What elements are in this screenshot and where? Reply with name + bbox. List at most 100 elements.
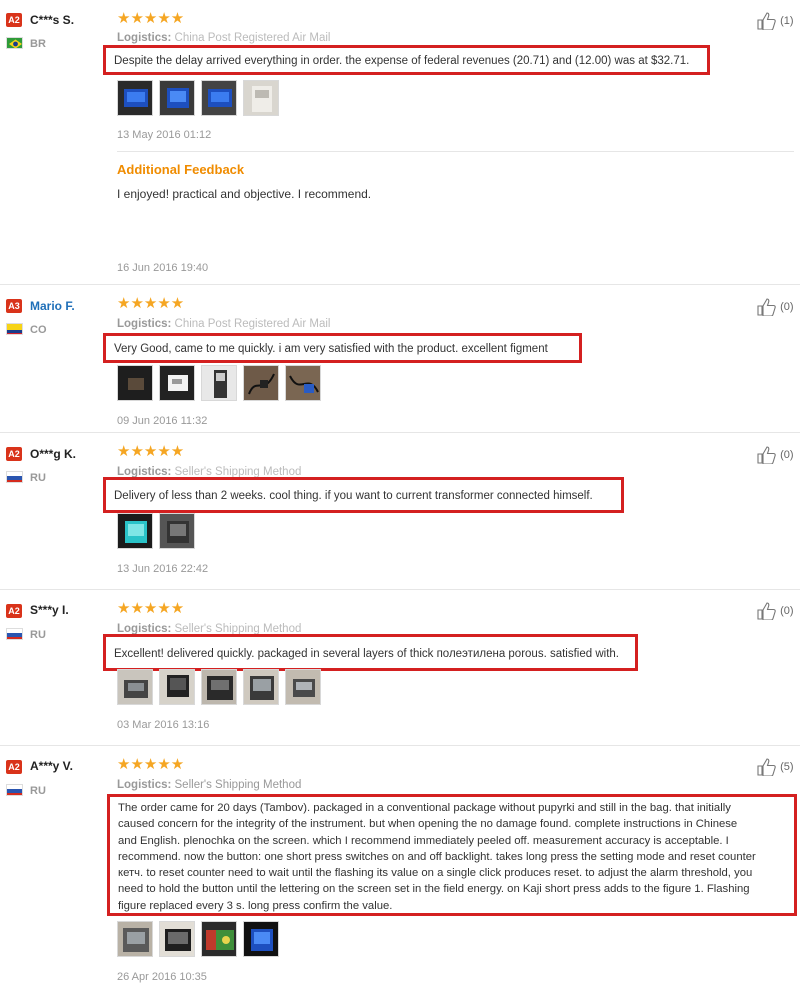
review-text: The order came for 20 days (Tambov). pac… — [118, 800, 788, 914]
thumbs-up-icon — [757, 602, 776, 621]
buyer-level-badge: A2 — [6, 13, 22, 27]
review-text-highlight: The order came for 20 days (Tambov). pac… — [107, 794, 797, 916]
logistics-value: China Post Registered Air Mail — [174, 318, 331, 330]
review-photo-thumbnail[interactable] — [159, 513, 195, 549]
helpful-vote[interactable]: (0) — [757, 602, 794, 621]
logistics-info: Logistics: China Post Registered Air Mai… — [117, 318, 330, 330]
reviewer-name: S***y I. — [30, 603, 69, 617]
helpful-vote[interactable]: (5) — [757, 758, 794, 777]
review-date: 13 Jun 2016 22:42 — [117, 563, 209, 575]
review-text-line: caused concern for the integrity of the … — [118, 818, 738, 831]
review-text-line: кетч. to reset counter need to wait unti… — [118, 867, 753, 880]
star-rating: ★★★★★ — [117, 10, 185, 27]
review-text-highlight: Very Good, came to me quickly. i am very… — [103, 333, 582, 363]
helpful-count: (0) — [780, 300, 794, 313]
review-text-highlight: Excellent! delivered quickly. packaged i… — [103, 634, 638, 671]
review-photo-thumbnail[interactable] — [159, 80, 195, 116]
review-photo-thumbnail[interactable] — [117, 80, 153, 116]
logistics-label: Logistics: — [117, 779, 172, 791]
logistics-info: Logistics: China Post Registered Air Mai… — [117, 32, 330, 44]
helpful-count: (0) — [780, 448, 794, 461]
additional-feedback-title: Additional Feedback — [117, 162, 245, 177]
logistics-value: Seller's Shipping Method — [174, 779, 302, 791]
review-text-line: figure replaced every 3 s. long press co… — [118, 899, 393, 912]
reviewer-country: RU — [30, 472, 46, 484]
review-item-1: A2 C***s S. BR ★★★★★ Logistics: China Po… — [0, 0, 800, 284]
review-photo-thumbnail[interactable] — [201, 365, 237, 401]
helpful-vote[interactable]: (0) — [757, 298, 794, 317]
thumbs-up-icon — [757, 758, 776, 777]
review-photo-thumbnail[interactable] — [159, 669, 195, 705]
russia-flag-icon — [6, 628, 23, 640]
review-photo-thumbnail[interactable] — [201, 921, 237, 957]
reviewer-country: RU — [30, 785, 46, 797]
reviewer-name: O***g K. — [30, 447, 77, 461]
review-text-line: need to hold the button until the letter… — [118, 883, 750, 896]
logistics-info: Logistics: Seller's Shipping Method — [117, 779, 301, 791]
review-photo-thumbnail[interactable] — [285, 365, 321, 401]
thumbs-up-icon — [757, 446, 776, 465]
review-photo-thumbnail[interactable] — [117, 669, 153, 705]
review-date: 09 Jun 2016 11:32 — [117, 415, 208, 427]
star-rating: ★★★★★ — [117, 756, 185, 773]
review-photo-thumbnail[interactable] — [243, 365, 279, 401]
review-photo-thumbnail[interactable] — [243, 921, 279, 957]
reviewer-name: C***s S. — [30, 13, 75, 27]
review-item-3: A2 O***g K. RU ★★★★★ Logistics: Seller's… — [0, 432, 800, 589]
review-text-highlight: Delivery of less than 2 weeks. cool thin… — [103, 477, 624, 513]
buyer-level-badge: A2 — [6, 447, 22, 461]
review-text: Excellent! delivered quickly. packaged i… — [114, 648, 619, 660]
review-photo-thumbnail[interactable] — [117, 365, 153, 401]
review-photo-thumbnail[interactable] — [243, 669, 279, 705]
review-photo-thumbnail[interactable] — [201, 669, 237, 705]
buyer-level-badge: A3 — [6, 299, 22, 313]
reviewer-country: CO — [30, 324, 47, 336]
review-text-highlight: Despite the delay arrived everything in … — [103, 45, 710, 75]
review-text-line: The order came for 20 days (Tambov). pac… — [118, 802, 731, 814]
review-item-2: A3 Mario F. CO ★★★★★ Logistics: China Po… — [0, 284, 800, 432]
russia-flag-icon — [6, 784, 23, 796]
reviewer-country: RU — [30, 629, 46, 641]
review-photo-thumbnail[interactable] — [159, 365, 195, 401]
review-photo-thumbnail[interactable] — [285, 669, 321, 705]
divider — [117, 151, 794, 152]
star-rating: ★★★★★ — [117, 295, 185, 312]
helpful-count: (0) — [780, 604, 794, 617]
review-photo-thumbnail[interactable] — [117, 513, 153, 549]
russia-flag-icon — [6, 471, 23, 483]
review-photo-thumbnail[interactable] — [243, 80, 279, 116]
additional-feedback-date: 16 Jun 2016 19:40 — [117, 262, 209, 274]
review-date: 26 Apr 2016 10:35 — [117, 971, 207, 983]
thumbs-up-icon — [757, 12, 776, 31]
star-rating: ★★★★★ — [117, 443, 185, 460]
reviewer-name[interactable]: Mario F. — [30, 299, 75, 313]
thumbs-up-icon — [757, 298, 776, 317]
review-text: Delivery of less than 2 weeks. cool thin… — [114, 490, 593, 502]
helpful-vote[interactable]: (0) — [757, 446, 794, 465]
reviewer-country: BR — [30, 38, 46, 50]
review-item-5: A2 A***y V. RU ★★★★★ Logistics: Seller's… — [0, 745, 800, 991]
review-photo-thumbnail[interactable] — [159, 921, 195, 957]
colombia-flag-icon — [6, 323, 23, 335]
review-date: 13 May 2016 01:12 — [117, 129, 212, 141]
review-text-line: recommend. now the button: one short pre… — [118, 850, 756, 863]
brazil-flag-icon — [6, 37, 23, 49]
reviewer-name: A***y V. — [30, 759, 73, 773]
logistics-label: Logistics: — [117, 32, 172, 44]
review-text-line: and English. plenochka on the screen. wh… — [118, 834, 729, 847]
additional-feedback-text: I enjoyed! practical and objective. I re… — [117, 187, 372, 201]
review-item-4: A2 S***y I. RU ★★★★★ Logistics: Seller's… — [0, 589, 800, 745]
buyer-level-badge: A2 — [6, 760, 22, 774]
review-text: Despite the delay arrived everything in … — [114, 55, 690, 67]
review-text: Very Good, came to me quickly. i am very… — [114, 343, 548, 355]
helpful-count: (1) — [780, 14, 794, 27]
review-date: 03 Mar 2016 13:16 — [117, 719, 210, 731]
logistics-value: China Post Registered Air Mail — [174, 32, 331, 44]
review-photo-thumbnail[interactable] — [117, 921, 153, 957]
logistics-label: Logistics: — [117, 318, 172, 330]
star-rating: ★★★★★ — [117, 600, 185, 617]
helpful-count: (5) — [780, 760, 794, 773]
helpful-vote[interactable]: (1) — [757, 12, 794, 31]
buyer-level-badge: A2 — [6, 604, 22, 618]
review-photo-thumbnail[interactable] — [201, 80, 237, 116]
